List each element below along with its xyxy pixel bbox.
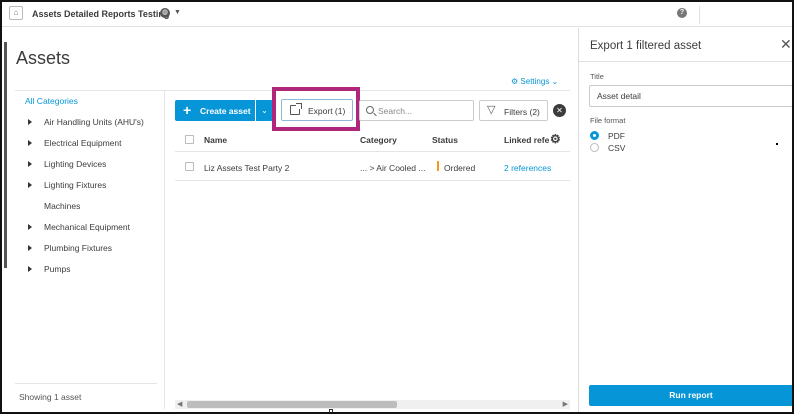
sidebar-item-mechanical-equipment[interactable]: Mechanical Equipment (15, 222, 163, 236)
expand-triangle-icon[interactable] (28, 182, 32, 188)
scrollbar-thumb[interactable] (187, 401, 397, 408)
sidebar-item-label: Machines (44, 201, 81, 211)
column-header-category[interactable]: Category (360, 135, 397, 145)
sidebar-item-label: Pumps (44, 264, 71, 274)
select-all-checkbox[interactable] (185, 135, 194, 144)
sidebar-item-label: Plumbing Fixtures (44, 243, 113, 253)
expand-triangle-icon[interactable] (28, 161, 32, 167)
help-icon[interactable]: ? (677, 8, 687, 18)
clear-filters-icon[interactable]: ✕ (553, 104, 566, 117)
resize-handle[interactable] (329, 409, 333, 412)
radio-pdf[interactable] (590, 131, 599, 140)
run-report-button[interactable]: Run report (589, 385, 792, 406)
sidebar-item-air-handling-units[interactable]: Air Handling Units (AHU's) (15, 117, 163, 131)
result-count: Showing 1 asset (19, 392, 82, 402)
top-bar: ⌂ Assets Detailed Reports Testing ◍ ▼ ? (2, 2, 792, 27)
export-label: Export (1) (308, 106, 346, 116)
sidebar-item-lighting-fixtures[interactable]: Lighting Fixtures (15, 180, 163, 194)
asset-status: Ordered (444, 163, 476, 173)
sidebar-item-electrical-equipment[interactable]: Electrical Equipment (15, 138, 163, 152)
scroll-left-arrow-icon[interactable]: ◀ (177, 400, 182, 408)
expand-triangle-icon[interactable] (28, 245, 32, 251)
chevron-down-icon: ⌄ (551, 77, 559, 86)
divider (579, 61, 792, 62)
sidebar-item-all-categories[interactable]: All Categories (25, 96, 78, 106)
expand-triangle-icon[interactable] (28, 119, 32, 125)
filter-icon: ▽ (487, 104, 496, 116)
globe-icon[interactable]: ◍ (160, 8, 170, 18)
filters-button[interactable]: ▽ Filters (2) (479, 100, 548, 121)
linked-references-link[interactable]: 2 references (504, 163, 551, 173)
format-option-pdf[interactable]: PDF (590, 130, 690, 142)
scroll-right-arrow-icon[interactable]: ▶ (563, 400, 568, 408)
app-window: ⌂ Assets Detailed Reports Testing ◍ ▼ ? … (0, 0, 794, 414)
export-panel: Export 1 filtered asset ✕ Title File for… (578, 28, 792, 412)
sidebar-item-plumbing-fixtures[interactable]: Plumbing Fixtures (15, 243, 163, 257)
export-button[interactable]: Export (1) (281, 99, 353, 121)
create-asset-button[interactable]: + Create asset (175, 100, 255, 121)
settings-label: Settings (520, 77, 550, 86)
project-dropdown-caret-icon[interactable]: ▼ (174, 9, 181, 16)
cursor-dot (776, 143, 778, 145)
sidebar-item-label: Mechanical Equipment (44, 222, 130, 232)
expand-triangle-icon[interactable] (28, 140, 32, 146)
topbar-divider (699, 6, 700, 24)
table-row[interactable]: Liz Assets Test Party 2 ... > Air Cooled… (175, 153, 570, 181)
sidebar-item-label: Lighting Devices (44, 159, 107, 169)
horizontal-scrollbar[interactable]: ◀ ▶ (175, 400, 570, 409)
filters-label: Filters (2) (504, 107, 540, 117)
settings-icon: ⚙ (511, 77, 519, 86)
home-icon[interactable]: ⌂ (9, 6, 23, 20)
asset-category: ... > Air Cooled ... (360, 163, 426, 173)
sidebar-item-label: Lighting Fixtures (44, 180, 107, 190)
sidebar-item-pumps[interactable]: Pumps (15, 264, 163, 278)
table-header: Name Category Status Linked refe ⚙ (175, 130, 570, 152)
export-icon (290, 103, 302, 115)
settings-button[interactable]: ⚙ Settings ⌄ (511, 77, 558, 86)
title-field[interactable] (589, 85, 792, 107)
radio-csv[interactable] (590, 143, 599, 152)
column-settings-gear-icon[interactable]: ⚙ (550, 132, 561, 146)
sidebar-item-label: Electrical Equipment (44, 138, 122, 148)
sidebar-item-lighting-devices[interactable]: Lighting Devices (15, 159, 163, 173)
column-header-name[interactable]: Name (204, 135, 227, 145)
expand-triangle-icon[interactable] (28, 224, 32, 230)
column-header-linked-references[interactable]: Linked refe (504, 135, 549, 145)
close-icon[interactable]: ✕ (780, 37, 792, 51)
row-checkbox[interactable] (185, 162, 194, 171)
left-edge-bar (4, 42, 7, 268)
create-asset-label: Create asset (200, 106, 251, 116)
format-label-pdf: PDF (608, 131, 625, 141)
create-asset-dropdown-button[interactable]: ⌄ (256, 100, 273, 121)
sidebar-item-machines[interactable]: Machines (15, 201, 163, 215)
divider (15, 383, 157, 384)
search-icon (366, 106, 374, 114)
sidebar-item-label: Air Handling Units (AHU's) (44, 117, 144, 127)
file-format-label: File format (590, 116, 626, 125)
project-name[interactable]: Assets Detailed Reports Testing (32, 9, 169, 19)
category-sidebar: All Categories Air Handling Units (AHU's… (15, 91, 165, 409)
page-title: Assets (16, 48, 71, 68)
title-field-label: Title (590, 72, 604, 81)
format-option-csv[interactable]: CSV (590, 142, 690, 154)
column-header-status[interactable]: Status (432, 135, 458, 145)
search-box[interactable] (359, 100, 474, 121)
search-input[interactable] (378, 104, 468, 117)
expand-triangle-icon[interactable] (28, 266, 32, 272)
asset-name[interactable]: Liz Assets Test Party 2 (204, 163, 289, 173)
format-label-csv: CSV (608, 143, 626, 153)
status-indicator (437, 161, 439, 171)
panel-title: Export 1 filtered asset (590, 40, 702, 52)
plus-icon: + (183, 102, 192, 118)
